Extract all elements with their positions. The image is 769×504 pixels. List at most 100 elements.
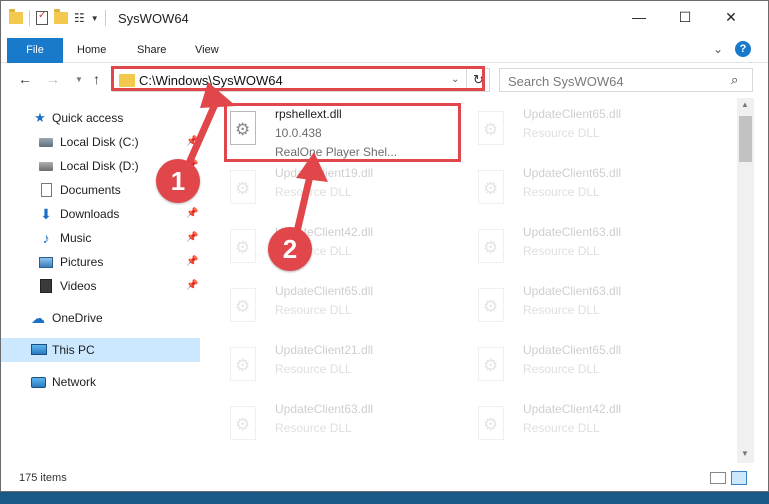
drive-icon: [39, 138, 53, 147]
item-count: 175 items: [19, 472, 67, 484]
help-icon[interactable]: ?: [735, 41, 751, 57]
sidebar-item-label: Music: [60, 231, 92, 245]
details-view-icon[interactable]: [710, 472, 726, 484]
file-tile[interactable]: ⚙ UpdateClient65.dll Resource DLL: [467, 101, 707, 157]
file-description: Resource DLL: [523, 421, 600, 435]
pin-icon[interactable]: 📌: [186, 202, 198, 226]
star-icon: ★: [34, 110, 46, 125]
dll-file-icon: ⚙: [475, 288, 507, 324]
file-name: UpdateClient65.dll: [275, 284, 374, 298]
file-name: UpdateClient42.dll: [523, 402, 622, 416]
toolbar-divider: [29, 10, 30, 26]
file-tile[interactable]: ⚙ UpdateClient63.dll Resource DLL: [467, 278, 707, 334]
sidebar-item-quick-access[interactable]: ★ Quick access: [1, 106, 203, 130]
navigation-pane: ★ Quick access Local Disk (C:) 📌 Local D…: [1, 100, 203, 462]
scroll-thumb[interactable]: [739, 116, 752, 162]
download-arrow-icon: ⬇: [40, 206, 52, 222]
minimize-button[interactable]: —: [616, 1, 662, 34]
dll-file-icon: ⚙: [227, 406, 259, 442]
expand-ribbon-icon[interactable]: ⌄: [713, 42, 723, 56]
maximize-button[interactable]: ☐: [662, 1, 708, 34]
file-name: UpdateClient63.dll: [275, 402, 374, 416]
file-name: UpdateClient21.dll: [275, 343, 374, 357]
dll-file-icon: ⚙: [227, 229, 259, 265]
search-placeholder: Search SysWOW64: [508, 74, 624, 89]
file-tile[interactable]: ⚙ UpdateClient21.dll Resource DLL: [219, 337, 459, 393]
file-name: UpdateClient65.dll: [523, 166, 622, 180]
quick-access-toolbar: ☷ ▼: [9, 9, 106, 26]
search-input[interactable]: Search SysWOW64 ⌕: [499, 68, 753, 92]
file-description: Resource DLL: [523, 362, 600, 376]
document-icon: [41, 183, 52, 197]
tab-view[interactable]: View: [195, 38, 219, 63]
sidebar-item-onedrive[interactable]: ☁ OneDrive: [1, 306, 203, 330]
status-bar: 175 items: [1, 463, 768, 491]
sidebar-item-label: Videos: [60, 279, 97, 293]
file-tile[interactable]: ⚙ UpdateClient42.dll Resource DLL: [219, 219, 459, 275]
chevron-down-icon[interactable]: ▼: [91, 14, 99, 23]
sidebar-item-music[interactable]: ♪ Music 📌: [1, 226, 203, 250]
title-bar: ☷ ▼ SysWOW64 — ☐ ✕: [1, 1, 768, 34]
sidebar-item-local-disk-c[interactable]: Local Disk (C:) 📌: [1, 130, 203, 154]
pin-icon[interactable]: 📌: [186, 226, 198, 250]
sidebar-item-this-pc[interactable]: This PC: [1, 338, 200, 362]
vertical-scrollbar[interactable]: ▲ ▼: [737, 98, 754, 463]
file-name: UpdateClient63.dll: [523, 225, 622, 239]
step-1-badge: 1: [156, 159, 200, 203]
file-tile[interactable]: ⚙ UpdateClient63.dll Resource DLL: [467, 219, 707, 275]
file-name: UpdateClient65.dll: [523, 107, 622, 121]
file-tile[interactable]: ⚙ UpdateClient65.dll Resource DLL: [467, 337, 707, 393]
sidebar-item-label: Local Disk (C:): [60, 135, 139, 149]
address-highlight-box: [111, 66, 485, 91]
step-2-badge: 2: [268, 227, 312, 271]
view-layout-icon[interactable]: ☷: [74, 11, 85, 25]
pin-icon[interactable]: 📌: [186, 250, 198, 274]
file-tile[interactable]: ⚙ UpdateClient42.dll Resource DLL: [467, 396, 707, 452]
music-note-icon: ♪: [42, 230, 50, 246]
cloud-icon: ☁: [31, 310, 45, 326]
file-tile[interactable]: ⚙ UpdateClient65.dll Resource DLL: [467, 160, 707, 216]
dll-file-icon: ⚙: [475, 170, 507, 206]
pin-icon[interactable]: 📌: [186, 274, 198, 298]
dll-file-icon: ⚙: [475, 229, 507, 265]
file-description: Resource DLL: [275, 185, 352, 199]
file-tile[interactable]: ⚙ UpdateClient65.dll Resource DLL: [219, 278, 459, 334]
sidebar-item-label: This PC: [52, 343, 95, 357]
sidebar-item-label: Downloads: [60, 207, 120, 221]
file-name: UpdateClient65.dll: [523, 343, 622, 357]
window-title: SysWOW64: [118, 11, 189, 26]
dll-file-icon: ⚙: [227, 288, 259, 324]
back-arrow-icon[interactable]: ←: [18, 71, 32, 87]
file-description: Resource DLL: [523, 303, 600, 317]
close-button[interactable]: ✕: [708, 1, 754, 34]
tab-file[interactable]: File: [7, 38, 63, 63]
folder-icon: [9, 9, 23, 24]
file-description: Resource DLL: [523, 126, 600, 140]
sidebar-item-downloads[interactable]: ⬇ Downloads 📌: [1, 202, 203, 226]
computer-icon: [31, 344, 47, 355]
sidebar-item-videos[interactable]: Videos 📌: [1, 274, 203, 298]
tab-home[interactable]: Home: [77, 38, 106, 63]
search-icon[interactable]: ⌕: [731, 72, 738, 88]
sidebar-item-network[interactable]: Network: [1, 370, 203, 394]
up-arrow-icon[interactable]: ↑: [93, 71, 100, 87]
tab-share[interactable]: Share: [137, 38, 166, 63]
tiles-view-icon[interactable]: [731, 471, 747, 485]
file-tile[interactable]: ⚙ UpdateClient63.dll Resource DLL: [219, 396, 459, 452]
sidebar-item-label: OneDrive: [52, 311, 103, 325]
file-tile[interactable]: ⚙ UpdateClient19.dll Resource DLL: [219, 160, 459, 216]
sidebar-item-pictures[interactable]: Pictures 📌: [1, 250, 203, 274]
file-description: Resource DLL: [523, 244, 600, 258]
pin-icon[interactable]: 📌: [186, 130, 198, 154]
file-highlight-box: [224, 103, 461, 162]
sidebar-item-label: Quick access: [52, 111, 124, 125]
new-folder-icon[interactable]: [54, 9, 68, 24]
drive-icon: [39, 162, 53, 171]
sidebar-item-label: Documents: [60, 183, 121, 197]
scroll-down-icon[interactable]: ▼: [741, 449, 749, 458]
properties-icon[interactable]: [36, 10, 48, 25]
recent-locations-icon[interactable]: ▼: [75, 75, 83, 84]
forward-arrow-icon[interactable]: →: [46, 71, 60, 87]
picture-icon: [39, 257, 53, 268]
scroll-up-icon[interactable]: ▲: [741, 100, 749, 109]
